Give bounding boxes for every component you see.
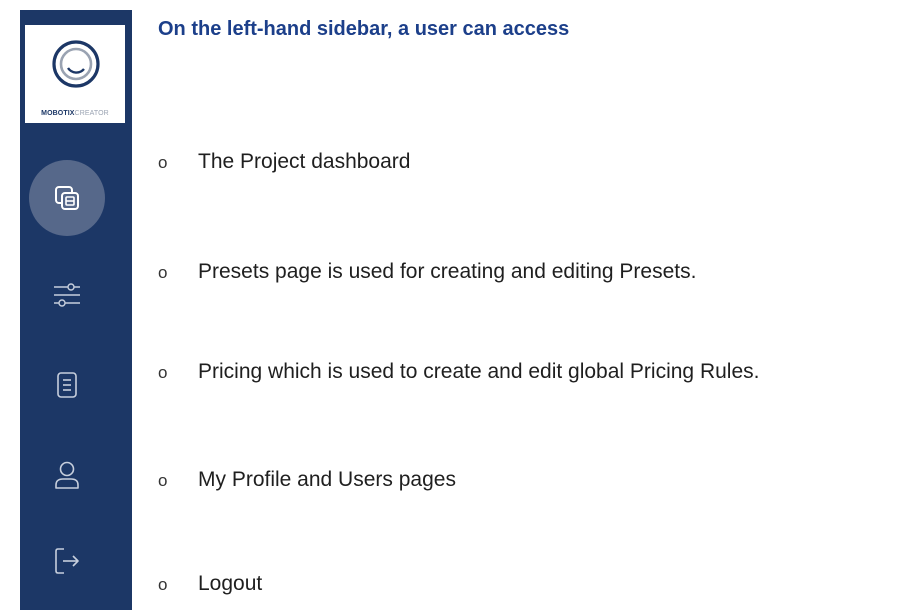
page-heading: On the left-hand sidebar, a user can acc…: [158, 18, 570, 40]
logo[interactable]: MOBOTIXCREATOR: [25, 25, 125, 123]
bullet-marker: o: [158, 263, 168, 282]
list-item-text: My Profile and Users pages: [198, 468, 456, 491]
list-item-text: Logout: [198, 572, 263, 595]
sidebar: MOBOTIXCREATOR: [20, 10, 132, 610]
sliders-icon: [54, 283, 80, 307]
bullet-marker: o: [158, 471, 168, 490]
list-item: o The Project dashboard: [158, 150, 410, 174]
logo-brand: MOBOTIX: [41, 110, 75, 117]
list-item-text: The Project dashboard: [198, 150, 411, 173]
list-item: o Logout: [158, 572, 262, 596]
active-indicator: [29, 160, 105, 236]
sidebar-item-dashboard[interactable]: [29, 160, 105, 236]
list-item-text: Pricing which is used to create and edit…: [198, 360, 760, 383]
logo-sub: CREATOR: [74, 110, 109, 117]
bullet-marker: o: [158, 153, 168, 172]
sidebar-item-pricing[interactable]: [29, 347, 105, 423]
logo-text: MOBOTIXCREATOR: [25, 109, 125, 118]
list-item: o My Profile and Users pages: [158, 468, 456, 492]
main-content: On the left-hand sidebar, a user can acc…: [158, 0, 901, 610]
sidebar-item-profile[interactable]: [29, 437, 105, 513]
bullet-marker: o: [158, 575, 168, 594]
user-icon: [55, 461, 79, 489]
sidebar-item-logout[interactable]: [29, 523, 105, 599]
mobotix-creator-logo-icon: [52, 40, 100, 88]
logout-icon: [55, 548, 79, 574]
list-item-text: Presets page is used for creating and ed…: [198, 260, 697, 283]
sidebar-item-presets[interactable]: [29, 257, 105, 333]
list-item: o Pricing which is used to create and ed…: [158, 360, 759, 384]
document-icon: [57, 372, 77, 398]
list-item: o Presets page is used for creating and …: [158, 260, 696, 284]
dashboard-icon: [55, 186, 79, 210]
bullet-marker: o: [158, 363, 168, 382]
